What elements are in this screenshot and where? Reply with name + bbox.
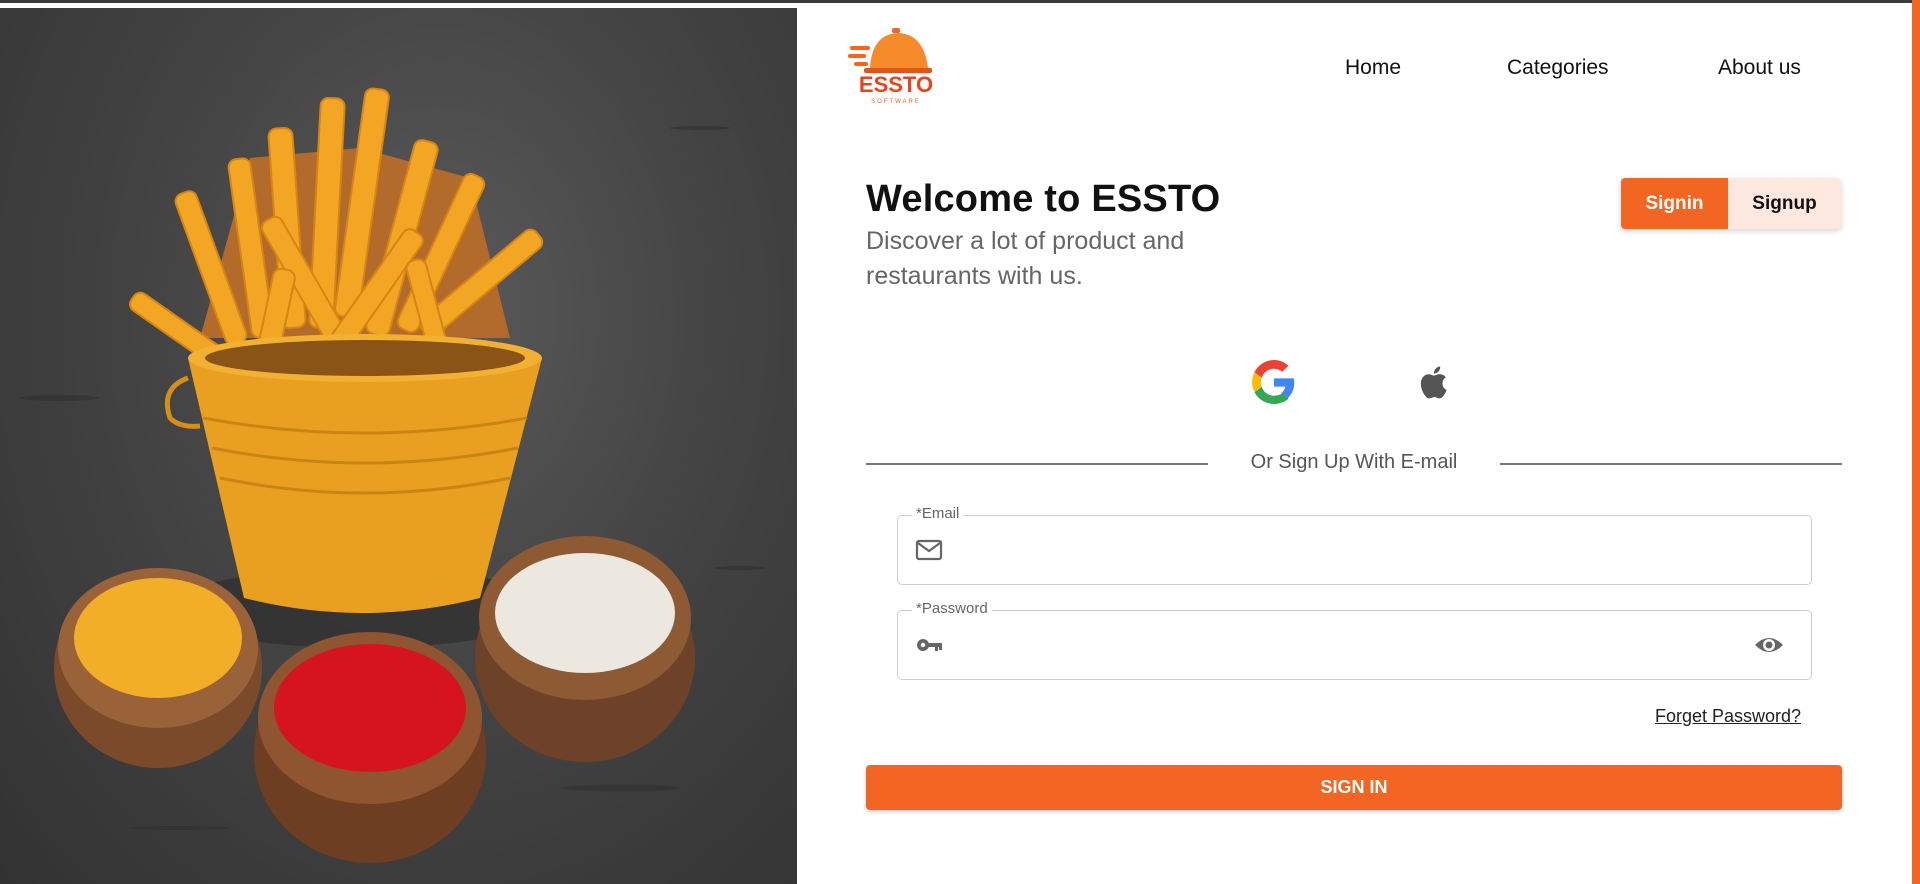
hero-image	[0, 8, 797, 884]
eye-icon[interactable]	[1753, 633, 1785, 657]
window-top-border	[0, 0, 1920, 3]
sign-in-button[interactable]: SIGN IN	[866, 765, 1842, 810]
google-icon[interactable]	[1252, 360, 1296, 404]
nav-about-us[interactable]: About us	[1718, 56, 1801, 80]
apple-icon[interactable]	[1412, 360, 1456, 404]
email-input[interactable]	[958, 530, 1738, 570]
nav-categories[interactable]: Categories	[1507, 56, 1609, 80]
forgot-password-link[interactable]: Forget Password?	[1655, 706, 1801, 727]
auth-toggle: Signin Signup	[1621, 178, 1841, 229]
password-label: *Password	[912, 600, 992, 617]
essto-logo[interactable]: ESSTO SOFTWARE	[848, 28, 942, 106]
auth-panel	[797, 8, 1907, 884]
page-subtitle: Discover a lot of product and restaurant…	[866, 227, 1185, 290]
divider-text: Or Sign Up With E-mail	[1250, 451, 1458, 473]
email-label: *Email	[912, 505, 964, 522]
window-right-accent	[1912, 0, 1920, 884]
logo-subtext: SOFTWARE	[871, 99, 921, 105]
email-field[interactable]: *Email	[897, 505, 1812, 585]
nav-home[interactable]: Home	[1345, 56, 1401, 80]
password-field[interactable]: *Password	[897, 600, 1812, 680]
logo-text: ESSTO	[859, 72, 933, 97]
password-input[interactable]	[958, 625, 1738, 665]
page-title: Welcome to ESSTO	[866, 178, 1221, 220]
divider-left	[866, 463, 1208, 465]
tab-signup[interactable]: Signup	[1728, 178, 1841, 229]
mail-icon	[915, 538, 943, 562]
key-icon	[915, 633, 943, 657]
tab-signin[interactable]: Signin	[1621, 178, 1728, 229]
divider-right	[1500, 463, 1842, 465]
